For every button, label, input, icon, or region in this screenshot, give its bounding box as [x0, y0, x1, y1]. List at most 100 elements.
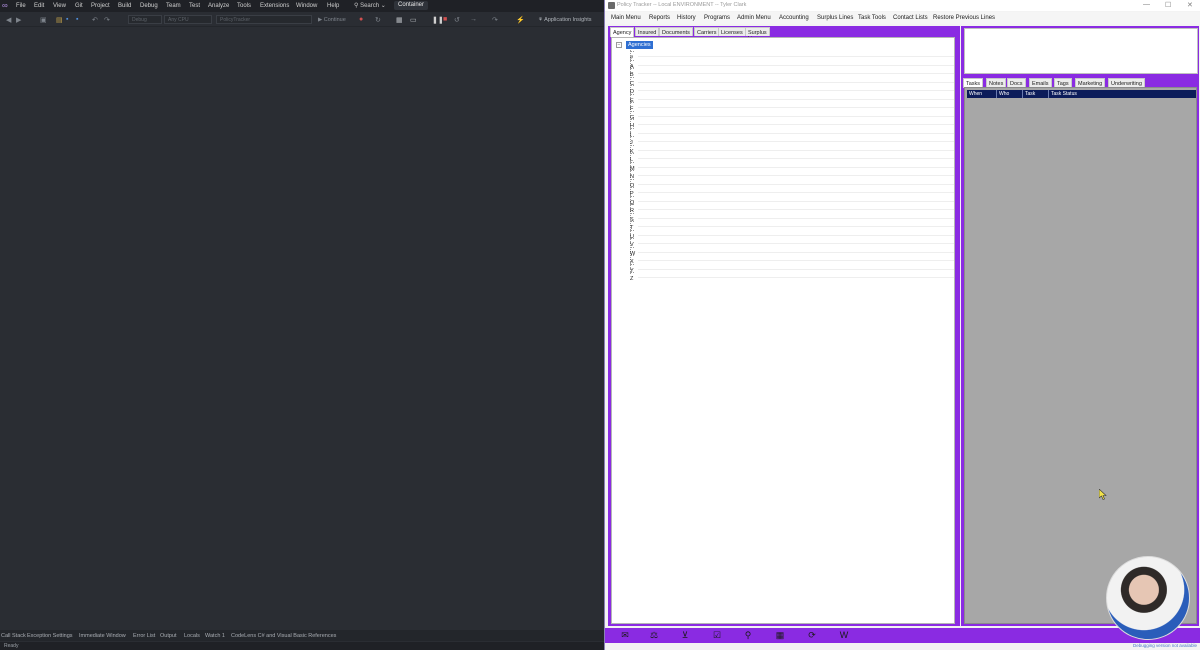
- stop-icon[interactable]: ■: [443, 16, 447, 23]
- tree-node[interactable]: X: [630, 253, 954, 265]
- tree-node[interactable]: E: [630, 92, 954, 104]
- tree-node[interactable]: T: [630, 219, 954, 231]
- tab-watch-1[interactable]: Watch 1: [205, 633, 225, 639]
- tab-emails[interactable]: Emails: [1029, 78, 1052, 87]
- redo-icon[interactable]: ↷: [104, 16, 110, 24]
- column-header-task-status[interactable]: Task Status: [1049, 90, 1196, 98]
- tree-node[interactable]: D: [630, 83, 954, 95]
- window-layout-icon[interactable]: ▦: [396, 16, 403, 24]
- hot-reload-icon[interactable]: ●: [359, 16, 363, 23]
- tab-underwriting[interactable]: Underwriting: [1108, 78, 1145, 87]
- save-icon[interactable]: ▪: [66, 16, 68, 23]
- application-insights-button[interactable]: ⚘ Application Insights: [538, 17, 592, 23]
- tree-root-agencies[interactable]: Agencies: [626, 41, 653, 49]
- tree-node[interactable]: H: [630, 117, 954, 129]
- tree-node[interactable]: Z: [630, 270, 954, 282]
- tab-notes[interactable]: Notes: [986, 78, 1007, 87]
- mail-icon[interactable]: ✉: [615, 630, 635, 641]
- tab-output[interactable]: Output: [160, 633, 177, 639]
- menu-admin-menu[interactable]: Admin Menu: [737, 15, 771, 21]
- tab-error-list[interactable]: Error List: [133, 633, 155, 639]
- menu-task-tools[interactable]: Task Tools: [858, 15, 886, 21]
- tab-carriers[interactable]: Carriers: [694, 27, 720, 36]
- menu-programs[interactable]: Programs: [704, 15, 730, 21]
- collapse-icon[interactable]: −: [616, 42, 622, 48]
- vs-menu-window[interactable]: Window: [296, 3, 317, 9]
- undo-icon[interactable]: ↶: [92, 16, 98, 24]
- column-header-who[interactable]: Who: [997, 90, 1023, 98]
- vs-menu-analyze[interactable]: Analyze: [208, 3, 229, 9]
- screen-icon[interactable]: ▭: [410, 16, 417, 24]
- vs-menu-team[interactable]: Team: [166, 3, 181, 9]
- menu-contact-lists[interactable]: Contact Lists: [893, 15, 928, 21]
- tree-node[interactable]: I: [630, 126, 954, 138]
- tab-licenses[interactable]: Licenses: [718, 27, 746, 36]
- menu-restore-previous-lines[interactable]: Restore Previous Lines: [933, 15, 995, 21]
- startup-project-select[interactable]: PolicyTracker: [216, 15, 312, 24]
- solution-configuration-select[interactable]: Debug: [128, 15, 162, 24]
- vs-menu-file[interactable]: File: [16, 3, 26, 9]
- vs-menu-extensions[interactable]: Extensions: [260, 3, 289, 9]
- tab-call-stack[interactable]: Call Stack: [1, 633, 26, 639]
- maximize-icon[interactable]: ☐: [1165, 1, 1171, 9]
- forward-icon[interactable]: ▶: [16, 16, 21, 24]
- close-icon[interactable]: ✕: [1187, 1, 1193, 9]
- tree-node[interactable]: A: [630, 58, 954, 70]
- column-header-task[interactable]: Task: [1023, 90, 1049, 98]
- tab-locals[interactable]: Locals: [184, 633, 200, 639]
- vs-menu-test[interactable]: Test: [189, 3, 200, 9]
- minimize-icon[interactable]: —: [1143, 1, 1150, 8]
- tree-node[interactable]: F: [630, 100, 954, 112]
- vs-menu-view[interactable]: View: [53, 3, 66, 9]
- tree-node[interactable]: Y: [630, 262, 954, 274]
- tree-node[interactable]: K: [630, 143, 954, 155]
- solution-platform-select[interactable]: Any CPU: [164, 15, 212, 24]
- calendar-icon[interactable]: ▦: [773, 630, 787, 641]
- vs-menu-debug[interactable]: Debug: [140, 3, 158, 9]
- menu-history[interactable]: History: [677, 15, 696, 21]
- continue-button[interactable]: ▶ Continue: [318, 17, 346, 23]
- tree-node[interactable]: B: [630, 66, 954, 78]
- tab-docs[interactable]: Docs: [1007, 78, 1026, 87]
- pause-icon[interactable]: ❚❚: [432, 16, 444, 24]
- tree-node[interactable]: R: [630, 202, 954, 214]
- tree-node[interactable]: C: [630, 75, 954, 87]
- inbox-icon[interactable]: ⊻: [678, 630, 692, 641]
- tab-surplus-lines[interactable]: Surplus Lines: [745, 27, 770, 42]
- column-header-when[interactable]: When: [967, 90, 997, 98]
- vs-search-box[interactable]: ⚲ Search ⌄: [354, 2, 386, 9]
- tab-insured[interactable]: Insured: [635, 27, 660, 36]
- tree-node[interactable]: G: [630, 109, 954, 121]
- menu-surplus-lines[interactable]: Surplus Lines: [817, 15, 853, 21]
- vs-menu-build[interactable]: Build: [118, 3, 131, 9]
- tree-node[interactable]: S: [630, 211, 954, 223]
- step-over-icon[interactable]: ↷: [492, 16, 498, 24]
- tree-node[interactable]: L: [630, 151, 954, 163]
- tree-node[interactable]: J: [630, 134, 954, 146]
- vs-menu-help[interactable]: Help: [327, 3, 339, 9]
- tree-node[interactable]: #: [630, 49, 954, 61]
- vs-menu-edit[interactable]: Edit: [34, 3, 44, 9]
- tree-node[interactable]: M: [630, 160, 954, 172]
- tree-node[interactable]: V: [630, 236, 954, 248]
- tree-node[interactable]: P: [630, 185, 954, 197]
- back-icon[interactable]: ◀: [6, 16, 11, 24]
- menu-accounting[interactable]: Accounting: [779, 15, 809, 21]
- tab-exception-settings[interactable]: Exception Settings: [27, 633, 73, 639]
- magnifier-icon[interactable]: ⚲: [741, 630, 755, 641]
- vs-menu-git[interactable]: Git: [75, 3, 83, 9]
- save-all-icon[interactable]: ▪: [76, 16, 78, 23]
- tab-tags[interactable]: Tags: [1054, 78, 1072, 87]
- vs-menu-tools[interactable]: Tools: [237, 3, 251, 9]
- open-folder-icon[interactable]: ▤: [56, 16, 63, 24]
- restart-debug-icon[interactable]: ↺: [454, 16, 460, 24]
- tab-codelens-references[interactable]: CodeLens C# and Visual Basic References: [231, 633, 336, 639]
- restart-icon[interactable]: ↻: [375, 16, 381, 24]
- tree-node[interactable]: Q: [630, 194, 954, 206]
- diagnostics-icon[interactable]: ⚡: [516, 16, 525, 24]
- refresh-icon[interactable]: ⟳: [805, 630, 819, 641]
- word-icon[interactable]: W: [837, 630, 851, 641]
- tab-agency[interactable]: Agency: [610, 27, 635, 37]
- vs-menu-project[interactable]: Project: [91, 3, 110, 9]
- tree-node[interactable]: N: [630, 168, 954, 180]
